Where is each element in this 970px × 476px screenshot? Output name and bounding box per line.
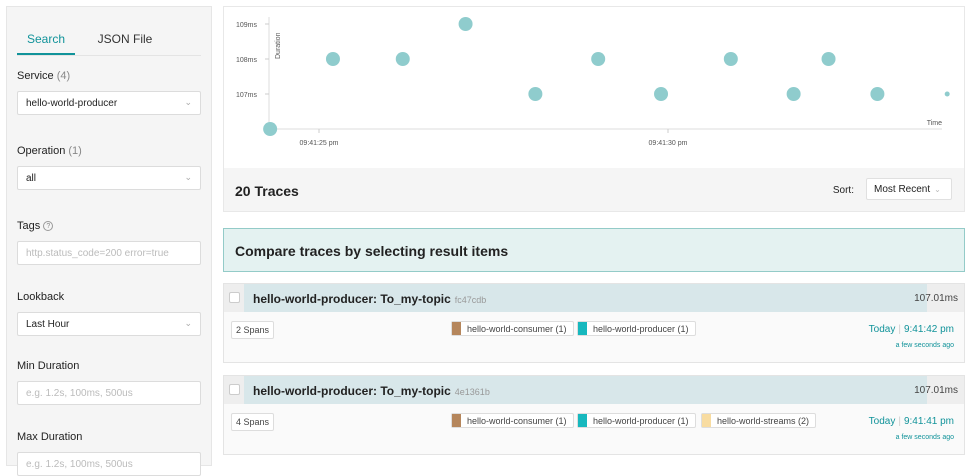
trace-result-item[interactable]: hello-world-producer: To_my-topic 4e1361b…	[223, 375, 965, 455]
max-duration-label: Max Duration	[17, 431, 83, 443]
service-tag-label: hello-world-consumer (1)	[467, 416, 567, 426]
search-tabs: Search JSON File	[17, 7, 201, 56]
tags-input[interactable]: http.status_code=200 error=true	[17, 241, 201, 265]
service-tag-label: hello-world-producer (1)	[593, 324, 689, 334]
tab-search[interactable]: Search	[17, 7, 75, 55]
trace-timestamp: Today | 9:41:41 pm	[869, 416, 954, 427]
trace-duration: 107.01ms	[914, 385, 958, 396]
trace-point[interactable]	[723, 52, 738, 66]
span-count-badge: 4 Spans	[231, 413, 275, 431]
x-axis-label: Time	[927, 120, 942, 127]
operation-select[interactable]: all ⌄	[17, 166, 201, 190]
results-header: 20 Traces Sort: Most Recent ⌄	[223, 168, 965, 212]
trace-duration: 107.01ms	[914, 293, 958, 304]
trace-id: 4e1361b	[454, 387, 490, 397]
trace-time: 9:41:41 pm	[903, 416, 954, 427]
trace-point[interactable]	[395, 52, 410, 66]
trace-point[interactable]	[458, 17, 473, 31]
trace-timestamp: Today | 9:41:42 pm	[869, 324, 954, 335]
service-count: (4)	[56, 70, 71, 82]
service-color-swatch	[702, 414, 711, 427]
y-tick-label: 108ms	[236, 57, 258, 64]
service-tag: hello-world-streams (2)	[701, 413, 817, 428]
trace-relative-time: a few seconds ago	[895, 342, 954, 349]
trace-name-text: hello-world-producer: To_my-topic	[253, 292, 451, 306]
trace-count: 20 Traces	[235, 183, 299, 199]
service-tag-label: hello-world-streams (2)	[717, 416, 810, 426]
service-tag: hello-world-consumer (1)	[451, 321, 574, 336]
trace-name[interactable]: hello-world-producer: To_my-topic fc47cdb	[253, 292, 486, 306]
trace-point[interactable]	[786, 87, 801, 101]
y-tick-label: 107ms	[236, 92, 258, 99]
trace-select-checkbox[interactable]	[229, 292, 240, 303]
tab-json-file[interactable]: JSON File	[75, 7, 175, 55]
min-duration-input[interactable]: e.g. 1.2s, 100ms, 500us	[17, 381, 201, 405]
tags-label-text: Tags	[17, 220, 41, 232]
divider: |	[898, 416, 901, 427]
trace-scatter-chart: 107ms 108ms 109ms 09:41:25 pm 09:41:30 pm Dur…	[223, 6, 965, 168]
chevron-down-icon: ⌄	[184, 318, 192, 328]
lookback-label: Lookback	[17, 291, 65, 303]
operation-count: (1)	[68, 145, 82, 157]
lookback-select[interactable]: Last Hour ⌄	[17, 312, 201, 336]
max-duration-input[interactable]: e.g. 1.2s, 100ms, 500us	[17, 452, 201, 476]
trace-point[interactable]	[263, 122, 278, 136]
y-axis-label: Duration	[275, 32, 282, 59]
service-tag-label: hello-world-producer (1)	[593, 416, 689, 426]
scatter-plot: 107ms 108ms 109ms 09:41:25 pm 09:41:30 pm Dur…	[236, 17, 950, 147]
x-tick-label: 09:41:25 pm	[300, 140, 339, 147]
service-tag: hello-world-producer (1)	[577, 413, 696, 428]
trace-title-bar[interactable]: hello-world-producer: To_my-topic fc47cdb…	[224, 284, 964, 312]
tags-label: Tags ?	[17, 220, 201, 234]
y-tick-label: 109ms	[236, 22, 258, 29]
trace-id: fc47cdb	[454, 295, 487, 305]
lookback-value: Last Hour	[26, 319, 70, 330]
sort-select[interactable]: Most Recent ⌄	[866, 178, 952, 200]
divider: |	[898, 324, 901, 335]
operation-label-text: Operation	[17, 145, 66, 157]
trace-point[interactable]	[944, 91, 950, 97]
service-color-swatch	[452, 414, 461, 427]
service-tag: hello-world-consumer (1)	[451, 413, 574, 428]
x-tick-label: 09:41:30 pm	[649, 140, 688, 147]
min-duration-label: Min Duration	[17, 360, 80, 372]
service-color-swatch	[578, 414, 587, 427]
trace-result-item[interactable]: hello-world-producer: To_my-topic fc47cdb…	[223, 283, 965, 363]
trace-title-bar[interactable]: hello-world-producer: To_my-topic 4e1361b…	[224, 376, 964, 404]
trace-name[interactable]: hello-world-producer: To_my-topic 4e1361b	[253, 384, 490, 398]
service-tag: hello-world-producer (1)	[577, 321, 696, 336]
trace-day: Today	[868, 324, 896, 335]
trace-point[interactable]	[654, 87, 669, 101]
trace-point[interactable]	[325, 52, 340, 66]
trace-point[interactable]	[870, 87, 885, 101]
chevron-down-icon: ⌄	[184, 97, 192, 107]
service-tag-label: hello-world-consumer (1)	[467, 324, 567, 334]
operation-value: all	[26, 173, 37, 184]
chevron-down-icon: ⌄	[934, 185, 941, 194]
service-color-swatch	[578, 322, 587, 335]
trace-select-checkbox[interactable]	[229, 384, 240, 395]
service-color-swatch	[452, 322, 461, 335]
sort-value: Most Recent	[874, 184, 931, 195]
search-sidebar: Search JSON File Service (4) hello-world…	[6, 6, 212, 476]
help-icon[interactable]: ?	[43, 221, 54, 232]
service-value: hello-world-producer	[26, 98, 118, 109]
service-select[interactable]: hello-world-producer ⌄	[17, 91, 201, 115]
compare-banner: Compare traces by selecting result items	[223, 228, 965, 272]
service-label: Service (4)	[17, 70, 201, 84]
service-label-text: Service	[17, 70, 54, 82]
trace-day: Today	[868, 416, 896, 427]
trace-relative-time: a few seconds ago	[895, 434, 954, 441]
chevron-down-icon: ⌄	[184, 172, 192, 182]
trace-point[interactable]	[528, 87, 543, 101]
sort-label: Sort:	[832, 185, 854, 196]
trace-point[interactable]	[591, 52, 606, 66]
operation-label: Operation (1)	[17, 145, 201, 159]
span-count-badge: 2 Spans	[231, 321, 275, 339]
trace-name-text: hello-world-producer: To_my-topic	[253, 384, 451, 398]
trace-time: 9:41:42 pm	[903, 324, 954, 335]
trace-point[interactable]	[821, 52, 836, 66]
